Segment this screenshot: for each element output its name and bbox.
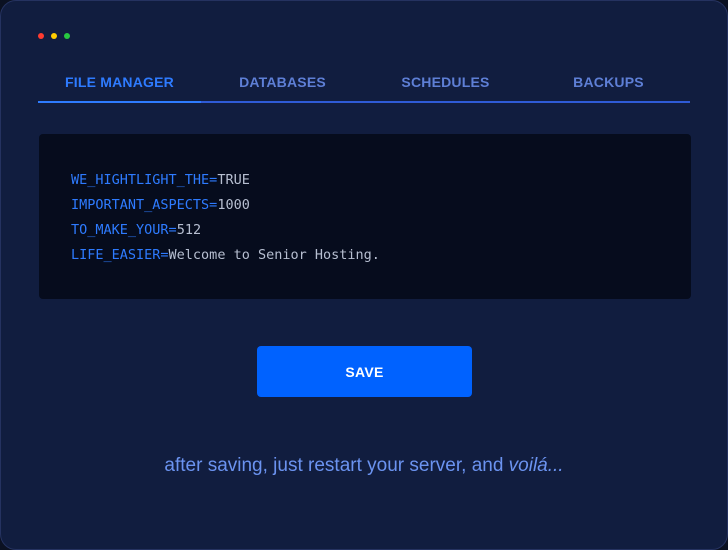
- code-line: WE_HIGHTLIGHT_THE=TRUE: [71, 168, 659, 193]
- restart-hint-emphasis: voilá...: [508, 455, 564, 476]
- restart-hint-text: after saving, just restart your server, …: [164, 455, 509, 476]
- config-value: 512: [176, 222, 202, 238]
- close-dot[interactable]: [38, 33, 44, 39]
- config-value: TRUE: [217, 172, 250, 188]
- config-key: TO_MAKE_YOUR: [71, 222, 169, 238]
- tab-databases[interactable]: DATABASES: [201, 63, 364, 101]
- config-key: IMPORTANT_ASPECTS: [71, 197, 210, 213]
- config-key: LIFE_EASIER: [71, 247, 161, 263]
- code-line: IMPORTANT_ASPECTS=1000: [71, 193, 659, 218]
- code-line: TO_MAKE_YOUR=512: [71, 218, 659, 243]
- config-key: WE_HIGHTLIGHT_THE: [71, 172, 210, 188]
- app-window: FILE MANAGER DATABASES SCHEDULES BACKUPS…: [0, 0, 728, 550]
- window-controls: [38, 33, 70, 39]
- save-button[interactable]: SAVE: [257, 346, 472, 397]
- tab-schedules[interactable]: SCHEDULES: [364, 63, 527, 101]
- code-line: LIFE_EASIER=Welcome to Senior Hosting.: [71, 243, 659, 268]
- minimize-dot[interactable]: [51, 33, 57, 39]
- maximize-dot[interactable]: [64, 33, 70, 39]
- restart-hint: after saving, just restart your server, …: [1, 452, 727, 480]
- tab-backups[interactable]: BACKUPS: [527, 63, 690, 101]
- config-value: Welcome to Senior Hosting.: [168, 247, 380, 263]
- config-equals: =: [168, 222, 177, 238]
- tab-bar: FILE MANAGER DATABASES SCHEDULES BACKUPS: [38, 63, 690, 103]
- config-editor[interactable]: WE_HIGHTLIGHT_THE=TRUE IMPORTANT_ASPECTS…: [39, 134, 691, 299]
- config-value: 1000: [217, 197, 250, 213]
- tab-file-manager[interactable]: FILE MANAGER: [38, 63, 201, 103]
- config-equals: =: [160, 247, 169, 263]
